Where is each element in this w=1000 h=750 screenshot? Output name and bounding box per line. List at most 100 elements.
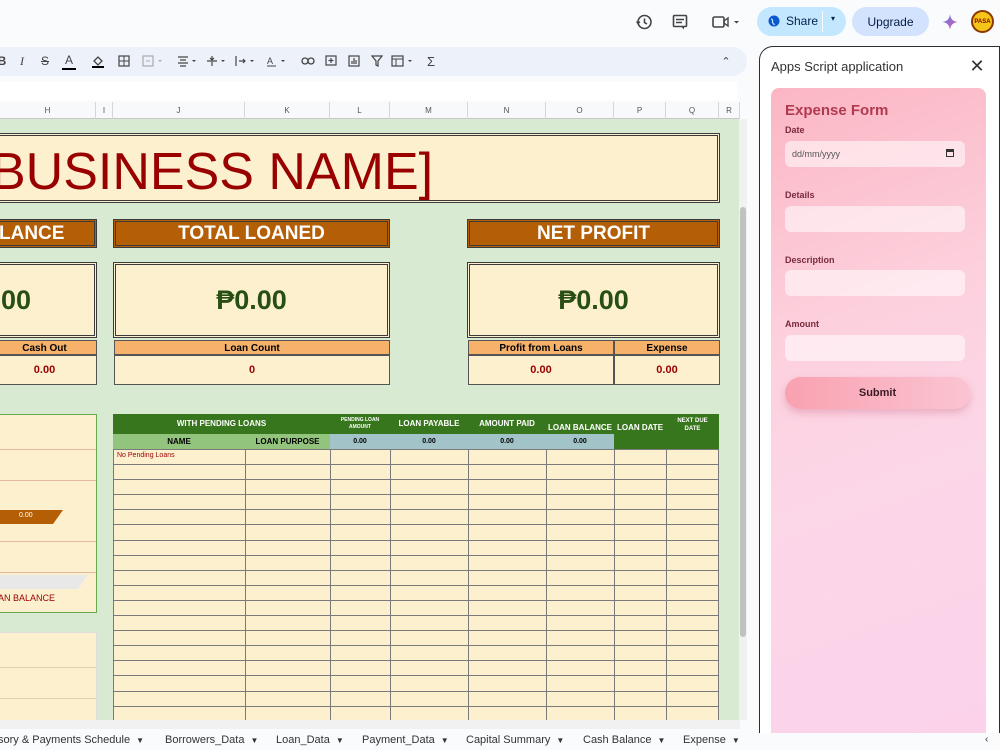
tab-borrowers-data[interactable]: Borrowers_Data ▼: [165, 734, 258, 746]
column-header[interactable]: H: [0, 102, 96, 119]
share-button[interactable]: Share ▾: [757, 7, 846, 36]
form-title: Expense Form: [785, 102, 889, 119]
tab-loan-data[interactable]: Loan_Data ▼: [276, 734, 344, 746]
text-color-icon[interactable]: A: [62, 52, 76, 70]
table-row[interactable]: [113, 645, 719, 646]
chevron-down-icon[interactable]: ▼: [336, 736, 344, 745]
loan-balance-total: 0.00: [546, 434, 614, 449]
no-pending-loans-text: No Pending Loans: [117, 452, 175, 459]
vertical-align-icon[interactable]: [205, 52, 229, 70]
column-header[interactable]: R: [719, 102, 740, 119]
table-row[interactable]: [113, 660, 719, 661]
comment-icon[interactable]: [668, 10, 692, 34]
avatar[interactable]: PASA: [971, 10, 994, 33]
table-row[interactable]: [113, 494, 719, 495]
expense-form: Expense Form Date dd/mm/yyyy Details Des…: [771, 88, 986, 738]
pending-loans-table[interactable]: WITH PENDING LOANS PENDING LOAN AMOUNT L…: [113, 414, 719, 720]
link-icon[interactable]: [300, 52, 316, 70]
chevron-down-icon[interactable]: ▼: [250, 736, 258, 745]
column-header[interactable]: P: [614, 102, 666, 119]
chevron-down-icon[interactable]: ▼: [732, 736, 740, 745]
chart-shadow-bar: [0, 575, 88, 589]
table-row[interactable]: [113, 479, 719, 480]
table-row[interactable]: [113, 675, 719, 676]
sheet-grid[interactable]: BUSINESS NAME] LANCE TOTAL LOANED NET PR…: [0, 119, 740, 720]
share-dropdown-icon[interactable]: ▾: [831, 14, 835, 23]
upgrade-button[interactable]: Upgrade: [852, 7, 929, 36]
chevron-left-icon[interactable]: ‹: [985, 734, 988, 745]
table-row[interactable]: [113, 615, 719, 616]
table-row[interactable]: [113, 524, 719, 525]
table-row[interactable]: [113, 691, 719, 692]
description-input[interactable]: [785, 270, 965, 296]
bold-icon[interactable]: B: [0, 52, 7, 70]
column-header[interactable]: N: [468, 102, 546, 119]
pending-loan-amount-total: 0.00: [330, 434, 390, 449]
tab-capital-summary[interactable]: Capital Summary ▼: [466, 734, 564, 746]
column-header[interactable]: L: [330, 102, 390, 119]
text-rotation-icon[interactable]: A: [265, 52, 289, 70]
table-row[interactable]: [113, 540, 719, 541]
column-header[interactable]: I: [96, 102, 113, 119]
insert-chart-icon[interactable]: [346, 52, 362, 70]
table-row[interactable]: [113, 630, 719, 631]
strikethrough-icon[interactable]: S: [38, 52, 52, 70]
table-row[interactable]: [113, 464, 719, 465]
filter-icon[interactable]: [370, 52, 384, 70]
horizontal-scrollbar[interactable]: [0, 720, 740, 729]
calendar-icon[interactable]: [946, 149, 954, 157]
details-input[interactable]: [785, 206, 965, 232]
vertical-scroll-thumb[interactable]: [740, 207, 746, 637]
functions-icon[interactable]: Σ: [424, 52, 438, 70]
chevron-down-icon[interactable]: ▼: [136, 736, 144, 745]
loan-payable-header: LOAN PAYABLE: [390, 414, 468, 434]
loan-balance-chart[interactable]: 0.00 AN BALANCE: [0, 414, 97, 613]
table-row[interactable]: [113, 706, 719, 707]
submit-button[interactable]: Submit: [785, 377, 970, 409]
date-input[interactable]: dd/mm/yyyy: [785, 141, 965, 167]
tab-payment-data[interactable]: Payment_Data ▼: [362, 734, 449, 746]
column-header[interactable]: Q: [666, 102, 719, 119]
tab-cash-balance[interactable]: Cash Balance ▼: [583, 734, 665, 746]
table-row[interactable]: [113, 449, 719, 450]
tab-schedule[interactable]: sory & Payments Schedule ▼: [0, 734, 144, 746]
table-row[interactable]: [113, 585, 719, 586]
chart-bar-label: 0.00: [19, 512, 33, 519]
chevron-down-icon[interactable]: ▼: [658, 736, 666, 745]
formula-bar[interactable]: [0, 82, 737, 100]
filter-views-icon[interactable]: [390, 52, 418, 70]
borders-icon[interactable]: [116, 52, 132, 70]
profit-from-loans-value: 0.00: [468, 355, 614, 385]
collapse-toolbar-icon[interactable]: ⌃: [718, 52, 734, 70]
business-name-cell[interactable]: BUSINESS NAME]: [0, 133, 720, 203]
chevron-down-icon[interactable]: ▼: [441, 736, 449, 745]
amount-input[interactable]: [785, 335, 965, 361]
merge-cells-icon[interactable]: [140, 52, 166, 70]
table-row[interactable]: [113, 555, 719, 556]
chevron-down-icon[interactable]: ▼: [556, 736, 564, 745]
close-icon[interactable]: ✕: [968, 57, 986, 75]
history-icon[interactable]: [632, 10, 656, 34]
cash-out-value: 0.00: [0, 355, 97, 385]
tab-label: Cash Balance: [583, 734, 652, 746]
column-header[interactable]: K: [245, 102, 330, 119]
vertical-scrollbar[interactable]: [739, 119, 747, 720]
column-header[interactable]: J: [113, 102, 245, 119]
column-header[interactable]: M: [390, 102, 468, 119]
secondary-chart-panel[interactable]: [0, 632, 97, 720]
loan-payable-total: 0.00: [390, 434, 468, 449]
column-header[interactable]: O: [546, 102, 614, 119]
text-wrap-icon[interactable]: [234, 52, 258, 70]
gemini-icon[interactable]: [938, 10, 962, 34]
meet-icon[interactable]: [709, 10, 743, 34]
balance-header: LANCE: [0, 219, 97, 248]
table-row[interactable]: [113, 509, 719, 510]
insert-comment-icon[interactable]: [323, 52, 339, 70]
fill-color-icon[interactable]: [88, 52, 108, 70]
total-loaned-header: TOTAL LOANED: [113, 219, 390, 248]
table-row[interactable]: [113, 600, 719, 601]
table-row[interactable]: [113, 570, 719, 571]
tab-expense[interactable]: Expense ▼: [683, 734, 740, 746]
horizontal-align-icon[interactable]: [176, 52, 200, 70]
italic-icon[interactable]: I: [16, 52, 28, 70]
